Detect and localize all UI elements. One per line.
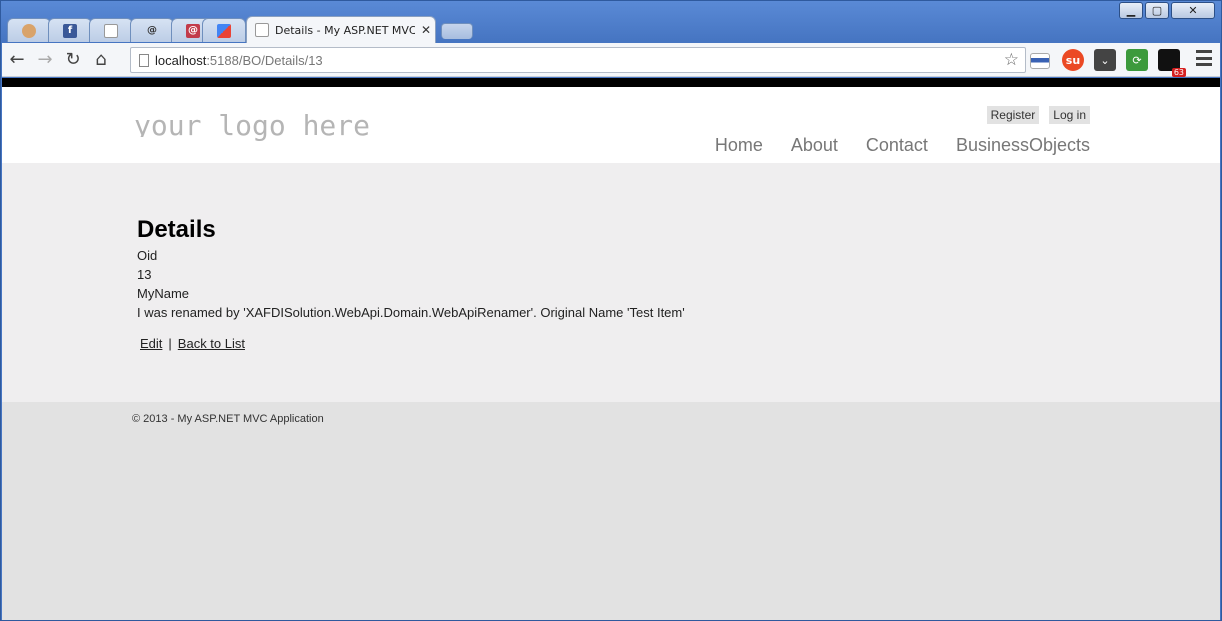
menu-home[interactable]: Home: [715, 135, 763, 156]
new-tab-button[interactable]: [441, 23, 473, 39]
back-to-list-link[interactable]: Back to List: [178, 336, 245, 351]
google-icon: [217, 23, 231, 38]
chrome-menu-icon[interactable]: [1196, 50, 1212, 66]
back-icon[interactable]: ←: [4, 47, 30, 73]
home-icon[interactable]: ⌂: [88, 47, 114, 73]
site-header: your logo here Register Log in Home Abou…: [2, 87, 1220, 187]
top-bar: [2, 78, 1220, 87]
tab-person[interactable]: [7, 18, 51, 42]
page-icon: [255, 23, 269, 37]
main-menu: Home About Contact BusinessObjects: [715, 135, 1090, 156]
bookmark-star-icon[interactable]: ☆: [1004, 50, 1019, 70]
link-separator: |: [168, 336, 172, 351]
page-icon: [104, 23, 118, 38]
field-value-oid: 13: [137, 267, 152, 282]
url-text[interactable]: localhost:5188/BO/Details/13: [155, 53, 323, 68]
main-content: Details Oid 13 MyName I was renamed by '…: [2, 163, 1220, 454]
at-icon: @: [147, 25, 157, 36]
action-links: Edit | Back to List: [137, 336, 1220, 351]
edit-link[interactable]: Edit: [140, 336, 162, 351]
tab-page[interactable]: [89, 18, 133, 42]
extension-flag-icon[interactable]: [1030, 53, 1050, 69]
tab-strip: f @ @ Details - My ASP.NET MVC Ap ✕: [7, 16, 1207, 43]
tab-title: Details - My ASP.NET MVC Ap: [275, 23, 415, 37]
tab-active[interactable]: Details - My ASP.NET MVC Ap ✕: [246, 16, 436, 43]
page-icon: [139, 53, 149, 67]
browser-toolbar: ← → ↻ ⌂ localhost:5188/BO/Details/13 ☆ s…: [2, 43, 1220, 77]
address-bar[interactable]: localhost:5188/BO/Details/13 ☆: [130, 47, 1026, 73]
tab-facebook[interactable]: f: [48, 18, 92, 42]
browser-window: ▁ ▢ ✕ f @ @ Details - My ASP.NET MVC Ap …: [0, 0, 1222, 621]
pocket-icon[interactable]: ⌄: [1094, 49, 1116, 71]
forward-icon[interactable]: →: [32, 47, 58, 73]
reload-icon[interactable]: ↻: [60, 47, 86, 73]
refresh-extension-icon[interactable]: ⟳: [1126, 49, 1148, 71]
site-footer: © 2013 - My ASP.NET MVC Application: [2, 402, 1220, 620]
register-link[interactable]: Register: [986, 106, 1040, 124]
tab-google[interactable]: [202, 18, 246, 42]
page-title: Details: [137, 216, 216, 243]
field-label-myname: MyName: [137, 286, 190, 301]
facebook-icon: f: [63, 23, 77, 38]
menu-businessobjects[interactable]: BusinessObjects: [956, 135, 1090, 156]
tab-at[interactable]: @: [130, 18, 174, 42]
page-viewport: your logo here Register Log in Home Abou…: [2, 78, 1220, 620]
tab-close-icon[interactable]: ✕: [421, 23, 431, 37]
field-label-oid: Oid: [137, 248, 158, 263]
extension-badge: 63: [1171, 68, 1186, 77]
menu-about[interactable]: About: [791, 135, 838, 156]
person-icon: [22, 23, 36, 38]
stumbleupon-icon[interactable]: su: [1062, 49, 1084, 71]
menu-contact[interactable]: Contact: [866, 135, 928, 156]
login-link[interactable]: Log in: [1049, 106, 1090, 124]
auth-links: Register Log in: [986, 106, 1090, 124]
footer-text: © 2013 - My ASP.NET MVC Application: [132, 413, 324, 425]
at-red-icon: @: [186, 23, 200, 38]
extension-badge-icon[interactable]: 63: [1158, 49, 1186, 77]
field-value-myname: I was renamed by 'XAFDISolution.WebApi.D…: [137, 305, 685, 320]
